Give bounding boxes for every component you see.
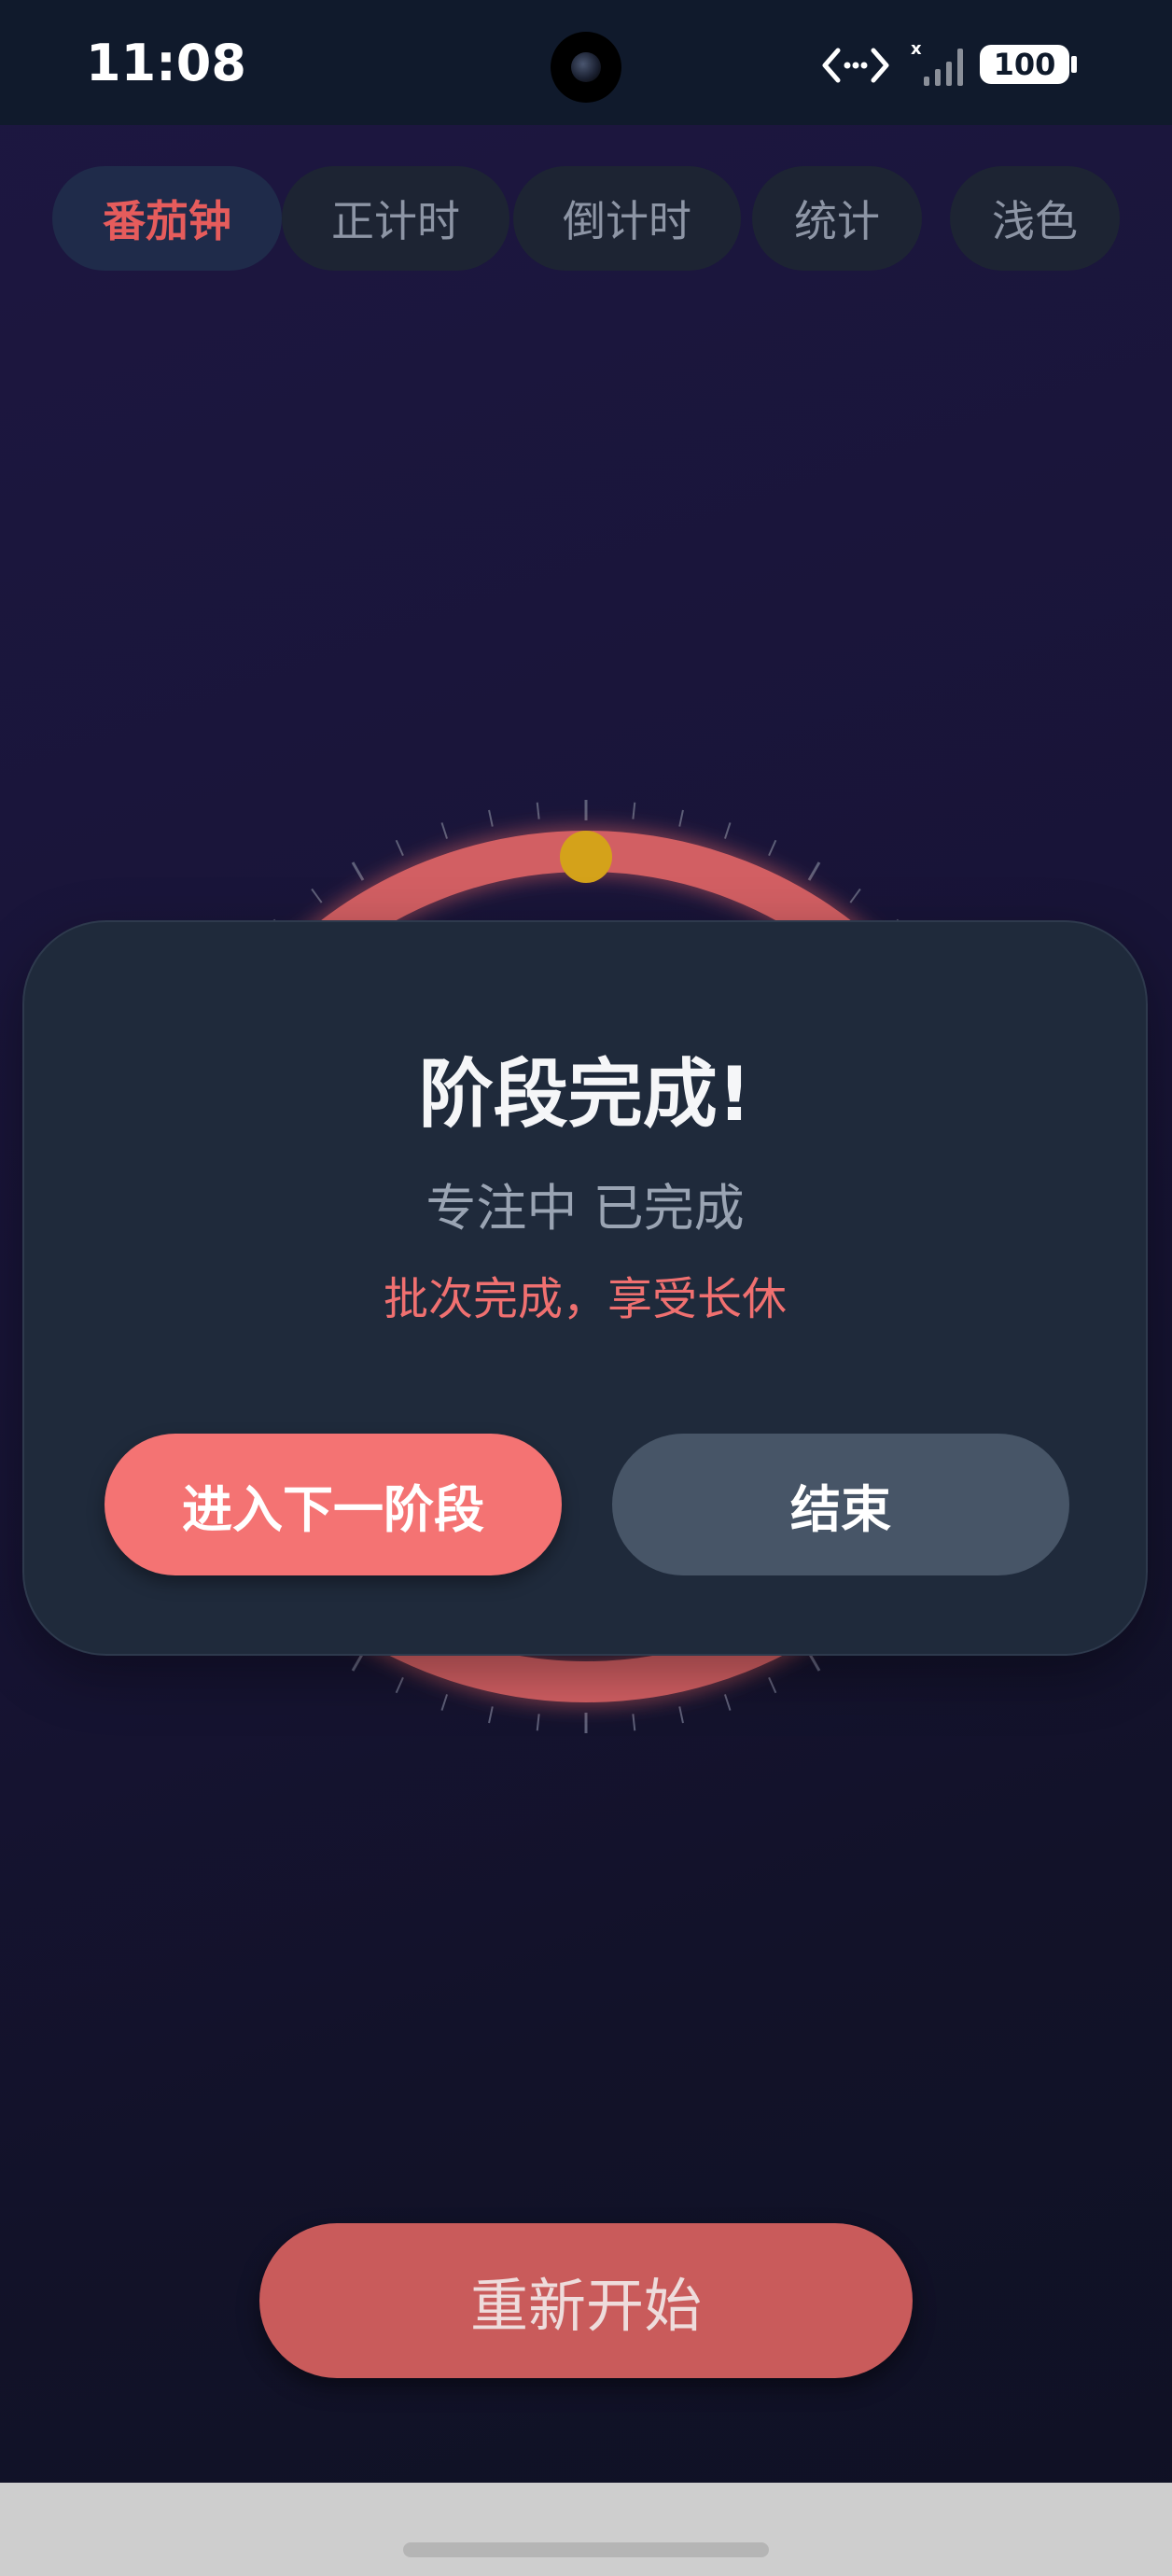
app-screen: 11:08 x 100 番茄钟 正计时 倒计时 统计 浅色 阶段完成! 专注中 … bbox=[0, 0, 1172, 2576]
timer-tick bbox=[351, 861, 365, 881]
timer-tick bbox=[488, 1706, 494, 1724]
timer-tick bbox=[678, 1706, 684, 1724]
dialog-note: 批次完成，享受长休 bbox=[383, 1273, 787, 1325]
end-button[interactable]: 结束 bbox=[612, 1434, 1069, 1575]
navigation-bar bbox=[0, 2483, 1172, 2576]
dialog-title: 阶段完成! bbox=[418, 1051, 752, 1138]
timer-tick bbox=[723, 822, 732, 839]
timer-tick bbox=[807, 861, 821, 881]
home-gesture-handle[interactable] bbox=[403, 2542, 769, 2557]
timer-tick bbox=[768, 1676, 777, 1694]
phase-complete-dialog: 阶段完成! 专注中 已完成 批次完成，享受长休 进入下一阶段 结束 bbox=[22, 920, 1148, 1656]
timer-tick bbox=[723, 1694, 732, 1711]
timer-tick bbox=[536, 1714, 540, 1731]
timer-tick bbox=[440, 1694, 449, 1711]
timer-tick bbox=[311, 888, 323, 903]
timer-tick bbox=[395, 839, 404, 857]
restart-button[interactable]: 重新开始 bbox=[259, 2223, 913, 2378]
timer-tick bbox=[488, 809, 494, 827]
timer-tick bbox=[849, 888, 861, 903]
timer-tick bbox=[395, 1676, 404, 1694]
timer-tick bbox=[536, 802, 540, 819]
timer-tick bbox=[678, 809, 684, 827]
next-phase-button[interactable]: 进入下一阶段 bbox=[105, 1434, 562, 1575]
timer-progress-indicator bbox=[560, 831, 612, 883]
timer-tick bbox=[632, 1714, 636, 1731]
timer-tick bbox=[440, 822, 449, 839]
timer-tick bbox=[768, 839, 777, 857]
timer-tick bbox=[632, 802, 636, 819]
dialog-subtitle: 专注中 已完成 bbox=[426, 1179, 745, 1238]
